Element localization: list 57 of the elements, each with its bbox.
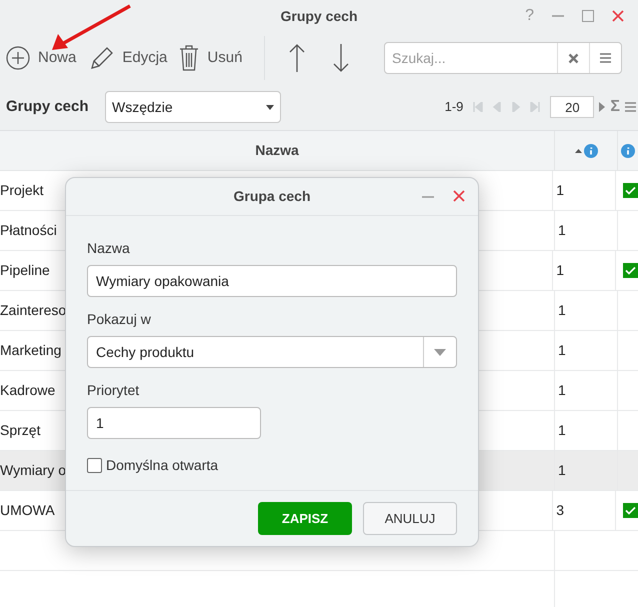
window-title: Grupy cech bbox=[280, 6, 358, 26]
checkbox-label: Domyślna otwarta bbox=[106, 456, 218, 475]
maximize-icon[interactable] bbox=[582, 10, 594, 22]
table-cell-text: 1 bbox=[558, 301, 566, 320]
table-cell-text: Zaintereso bbox=[0, 301, 66, 320]
text-field[interactable]: 1 bbox=[87, 407, 261, 439]
checkbox[interactable] bbox=[87, 458, 102, 473]
table-cell-text: Sprzęt bbox=[0, 421, 40, 440]
table-cell-text: 1 bbox=[558, 461, 566, 480]
info-icon bbox=[621, 144, 635, 158]
table-cell-text: 1 bbox=[558, 221, 566, 240]
table-cell-text: Pipeline bbox=[0, 261, 50, 280]
info-icon bbox=[584, 144, 598, 158]
table-cell-text: 1 bbox=[558, 381, 566, 400]
text-field[interactable]: Wymiary opakowania bbox=[87, 265, 457, 297]
table-cell-text: 1 bbox=[558, 341, 566, 360]
search-bar[interactable]: Szukaj... bbox=[384, 42, 622, 74]
minimize-icon[interactable] bbox=[552, 15, 564, 17]
table-cell-text: 1 bbox=[558, 421, 566, 440]
table-cell-text: Projekt bbox=[0, 181, 44, 200]
dialog-title: Grupa cech bbox=[233, 187, 311, 206]
minimize-icon[interactable] bbox=[422, 196, 434, 198]
toolbar-button[interactable]: Edycja bbox=[88, 44, 168, 72]
table-cell-text: 1 bbox=[556, 181, 564, 200]
field-label: Nazwa bbox=[87, 239, 131, 258]
search-field[interactable]: Szukaj... bbox=[385, 43, 557, 73]
clear-icon[interactable] bbox=[568, 52, 579, 64]
up-arrow-icon[interactable] bbox=[289, 43, 306, 73]
trash-icon bbox=[179, 44, 200, 72]
location-dropdown[interactable]: Wszędzie bbox=[105, 91, 281, 123]
cancel-button[interactable]: ANULUJ bbox=[363, 502, 457, 535]
table-cell-text: 3 bbox=[556, 501, 564, 520]
field-label: Priorytet bbox=[87, 381, 140, 400]
caret-icon bbox=[434, 348, 446, 356]
menu-icon[interactable] bbox=[625, 102, 636, 112]
save-button[interactable]: ZAPISZ bbox=[258, 502, 352, 535]
table-cell-text: 1 bbox=[556, 261, 564, 280]
dropdown-field[interactable]: Cechy produktu bbox=[87, 336, 457, 368]
play-icon[interactable] bbox=[599, 102, 606, 112]
close-icon[interactable] bbox=[612, 10, 624, 22]
table-cell-text: Marketing bbox=[0, 341, 62, 360]
close-icon[interactable] bbox=[453, 190, 465, 202]
column-header[interactable] bbox=[617, 131, 638, 170]
section-label: Grupy cech bbox=[6, 96, 90, 117]
table-cell-text: Kadrowe bbox=[0, 381, 56, 400]
caret-icon bbox=[266, 104, 274, 110]
field-label: Pokazuj w bbox=[87, 310, 152, 329]
sort-up-icon bbox=[574, 148, 582, 152]
table-cell-text: Płatności bbox=[0, 221, 57, 240]
plus-circle-icon bbox=[6, 46, 30, 70]
page-size-field[interactable]: 20 bbox=[550, 96, 594, 118]
menu-icon[interactable] bbox=[600, 53, 611, 63]
down-arrow-icon[interactable] bbox=[333, 43, 350, 73]
toolbar-button[interactable]: Usuń bbox=[179, 44, 242, 72]
table-cell-text: UMOWA bbox=[0, 501, 55, 520]
toolbar-button[interactable]: Nowa bbox=[6, 46, 76, 70]
page-range: 1-9 bbox=[444, 98, 464, 116]
